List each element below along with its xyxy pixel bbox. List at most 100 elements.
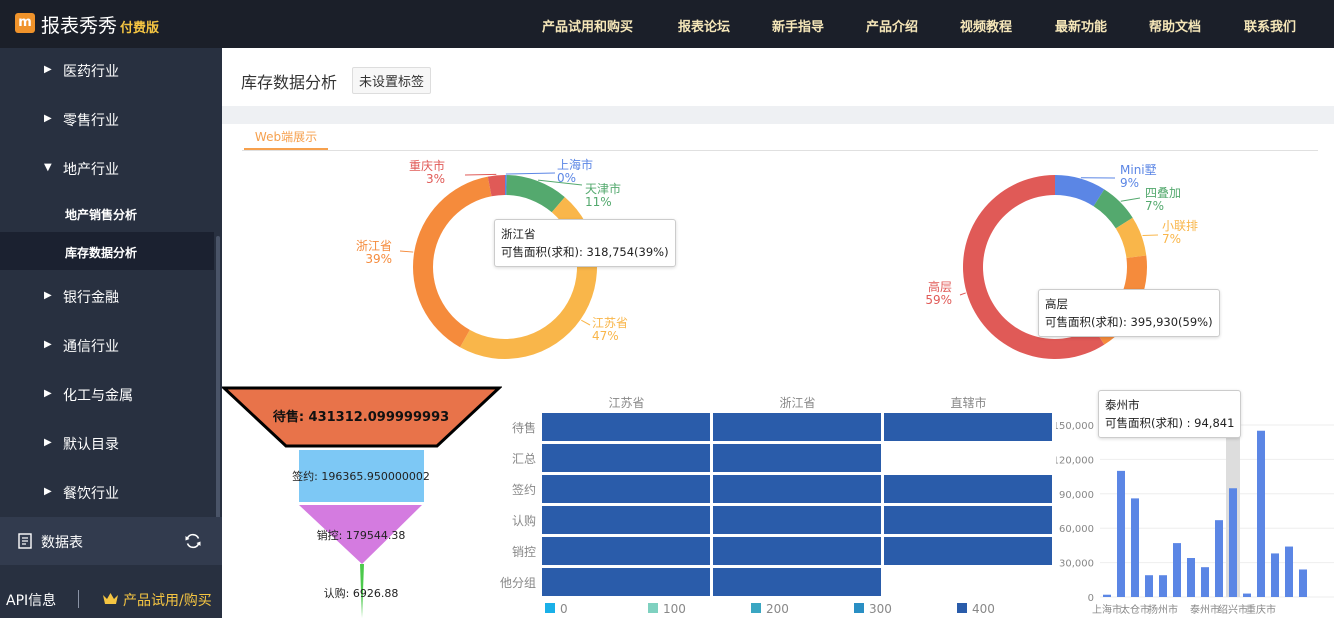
sidebar-item-label: 餐饮行业 [63, 486, 119, 502]
tooltip-value: 可售面积(求和): 395,930(59%) [1045, 315, 1213, 329]
legend-label: 300 [869, 602, 892, 616]
legend-swatch [545, 603, 555, 613]
x-tick-label: 上海市 [1092, 603, 1122, 616]
edition-badge: 付费版 [120, 21, 160, 36]
funnel-label-control: 销控: 179544.38 [317, 528, 406, 542]
refresh-icon[interactable] [184, 532, 202, 550]
matrix-cell [542, 444, 710, 472]
tooltip-title: 泰州市 [1105, 398, 1140, 412]
nav-forum[interactable]: 报表论坛 [678, 16, 730, 35]
sidebar-item-banking[interactable]: ▶ 银行金融 [0, 287, 214, 309]
slice-label: 上海市 [557, 157, 593, 172]
legend-label: 0 [560, 602, 568, 616]
funnel-label-subscribe: 认购: 6926.88 [324, 586, 399, 600]
caret-right-icon: ▶ [44, 388, 52, 399]
trial-purchase-link[interactable]: 产品试用/购买 [123, 590, 212, 610]
matrix-cell [884, 413, 1052, 441]
sidebar-item-label: 默认目录 [63, 437, 119, 453]
sidebar-item-chemical-metal[interactable]: ▶ 化工与金属 [0, 385, 214, 407]
matrix-cell [713, 568, 881, 596]
bar [1257, 430, 1265, 597]
column-header: 直辖市 [950, 395, 986, 410]
funnel-label-signed: 签约: 196365.950000002 [292, 469, 430, 483]
nav-help-docs[interactable]: 帮助文档 [1149, 16, 1201, 35]
leader-line [959, 292, 966, 296]
x-tick-label: 绍兴市 [1218, 603, 1248, 616]
y-tick-label: 30,000 [1059, 559, 1094, 570]
bar [1215, 520, 1223, 597]
matrix-cell [713, 537, 881, 565]
logo-icon[interactable]: m [15, 13, 35, 33]
api-info-link[interactable]: API信息 [6, 590, 56, 610]
sidebar-subitem-inventory-analysis[interactable]: 库存数据分析 [0, 232, 214, 270]
bar [1299, 569, 1307, 597]
slice-label: 浙江省 [356, 239, 392, 253]
bar [1159, 575, 1167, 597]
y-tick-label: 150,000 [1056, 421, 1094, 432]
matrix-cell [542, 475, 710, 503]
nav-contact[interactable]: 联系我们 [1244, 16, 1296, 35]
page-title: 库存数据分析 [241, 73, 338, 92]
legend-label: 200 [766, 602, 789, 616]
slice-label: 高层 [928, 279, 952, 294]
caret-right-icon: ▶ [44, 486, 52, 497]
y-tick-label: 0 [1088, 593, 1094, 604]
nav-new-features[interactable]: 最新功能 [1055, 16, 1107, 35]
bar [1117, 470, 1125, 597]
set-tag-button[interactable]: 未设置标签 [352, 67, 432, 94]
caret-right-icon: ▶ [44, 437, 52, 448]
sidebar-scrollbar[interactable] [216, 236, 220, 561]
nav-video-tutorial[interactable]: 视频教程 [960, 16, 1012, 35]
x-tick-label: 重庆市 [1246, 603, 1276, 616]
matrix-cell [884, 506, 1052, 534]
sidebar-item-label: 银行金融 [63, 290, 119, 306]
funnel-chart[interactable]: 待售: 431312.099999993 签约: 196365.950000002… [222, 384, 502, 618]
sidebar-item-real-estate[interactable]: ▼ 地产行业 [0, 159, 214, 181]
matrix-cell [884, 537, 1052, 565]
document-icon [18, 533, 32, 549]
legend-swatch [751, 603, 761, 613]
matrix-cell [713, 413, 881, 441]
tooltip-title: 高层 [1045, 297, 1068, 311]
sidebar-subitem-sales-analysis[interactable]: 地产销售分析 [0, 194, 214, 232]
sidebar-item-catering[interactable]: ▶ 餐饮行业 [0, 483, 214, 505]
row-header: 待售 [512, 420, 536, 435]
sidebar-item-retail[interactable]: ▶ 零售行业 [0, 110, 214, 132]
bar [1229, 488, 1237, 597]
tooltip-building-type: 高层 可售面积(求和): 395,930(59%) [1038, 289, 1220, 337]
nav-beginner-guide[interactable]: 新手指导 [772, 16, 824, 35]
leader-line [464, 173, 497, 176]
column-header: 浙江省 [779, 396, 815, 410]
datatable-section[interactable]: 数据表 [0, 517, 222, 565]
matrix-cell [713, 506, 881, 534]
sidebar-item-medical[interactable]: ▶ 医药行业 [0, 61, 214, 83]
x-tick-label: 扬州市 [1148, 603, 1178, 616]
brand-name[interactable]: 报表秀秀 [41, 11, 117, 38]
slice-percent: 11% [585, 195, 612, 209]
footer-divider [78, 590, 79, 608]
sidebar-subitem-label: 地产销售分析 [65, 208, 138, 222]
funnel-label-pending: 待售: 431312.099999993 [272, 409, 449, 425]
nav-trial-purchase[interactable]: 产品试用和购买 [542, 16, 633, 35]
bar [1131, 498, 1139, 597]
caret-down-icon: ▼ [44, 162, 52, 173]
sidebar-item-default-dir[interactable]: ▶ 默认目录 [0, 434, 214, 456]
leader-line [1120, 197, 1141, 202]
donut-chart-building-type[interactable]: Mini墅9%四叠加7%小联排7%联排高层59% [900, 155, 1230, 370]
tooltip-province: 浙江省 可售面积(求和): 318,754(39%) [494, 219, 676, 267]
slice-percent: 39% [365, 252, 392, 266]
slice-percent: 7% [1145, 199, 1164, 213]
slice-percent: 47% [592, 329, 619, 343]
tab-web-display[interactable]: Web端展示 [244, 128, 328, 150]
slice-label: 天津市 [585, 181, 621, 196]
nav-product-intro[interactable]: 产品介绍 [866, 16, 918, 35]
sidebar-subitem-label: 库存数据分析 [65, 246, 138, 260]
slice-label: 重庆市 [409, 158, 445, 173]
y-tick-label: 60,000 [1059, 524, 1094, 535]
sidebar-item-telecom[interactable]: ▶ 通信行业 [0, 336, 214, 358]
donut-slice [413, 176, 492, 348]
x-tick-label: 泰州市 [1190, 603, 1220, 616]
matrix-cell [884, 475, 1052, 503]
bar [1243, 593, 1251, 597]
heatmap-matrix[interactable]: 江苏省 浙江省 直辖市待售汇总签约认购销控他分组 0 100 200 300 400 [500, 392, 1060, 618]
